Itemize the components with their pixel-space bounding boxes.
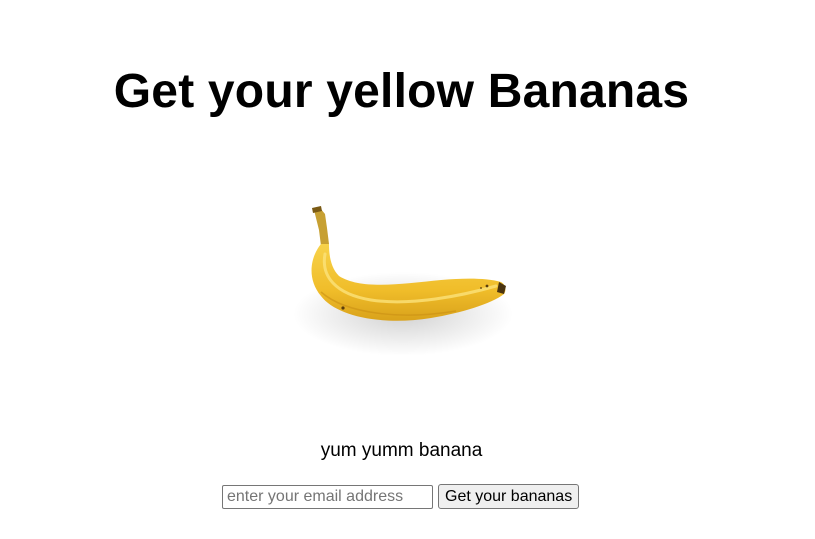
get-bananas-button[interactable]: Get your bananas [438,484,580,509]
banana-caption: yum yumm banana [320,440,483,461]
banana-image [291,196,521,366]
signup-form: Get your bananas [222,484,580,509]
page: Get your yellow Bananas yum yumm banana … [0,0,815,539]
page-title: Get your yellow Bananas [113,65,690,118]
banana-icon [293,206,513,356]
email-field[interactable] [222,484,433,509]
